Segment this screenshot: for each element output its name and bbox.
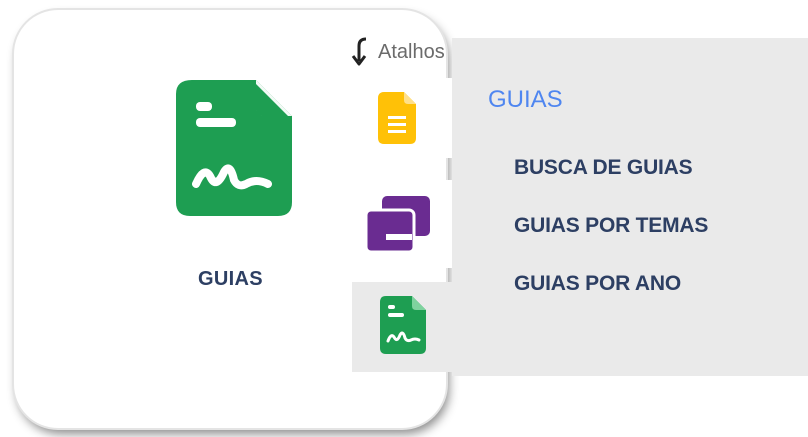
guias-flyout-menu: GUIAS BUSCA DE GUIAS GUIAS POR TEMAS GUI… — [452, 38, 808, 376]
shortcuts-label: Atalhos — [378, 40, 445, 63]
shortcut-guias[interactable] — [352, 282, 452, 372]
shortcut-books[interactable] — [352, 180, 452, 268]
guide-document-icon — [380, 296, 426, 354]
arrow-down-icon — [351, 37, 367, 66]
shortcuts-header: Atalhos — [350, 36, 452, 68]
menu-item-guias-por-temas[interactable]: GUIAS POR TEMAS — [514, 214, 708, 238]
card-label: GUIAS — [198, 268, 263, 290]
flyout-title[interactable]: GUIAS — [488, 86, 563, 114]
menu-item-busca-de-guias[interactable]: BUSCA DE GUIAS — [514, 156, 693, 180]
menu-item-guias-por-ano[interactable]: GUIAS POR ANO — [514, 272, 681, 296]
document-icon — [378, 92, 416, 144]
guide-document-icon — [176, 80, 292, 216]
shortcut-documents[interactable] — [352, 78, 452, 158]
books-icon — [364, 196, 430, 254]
